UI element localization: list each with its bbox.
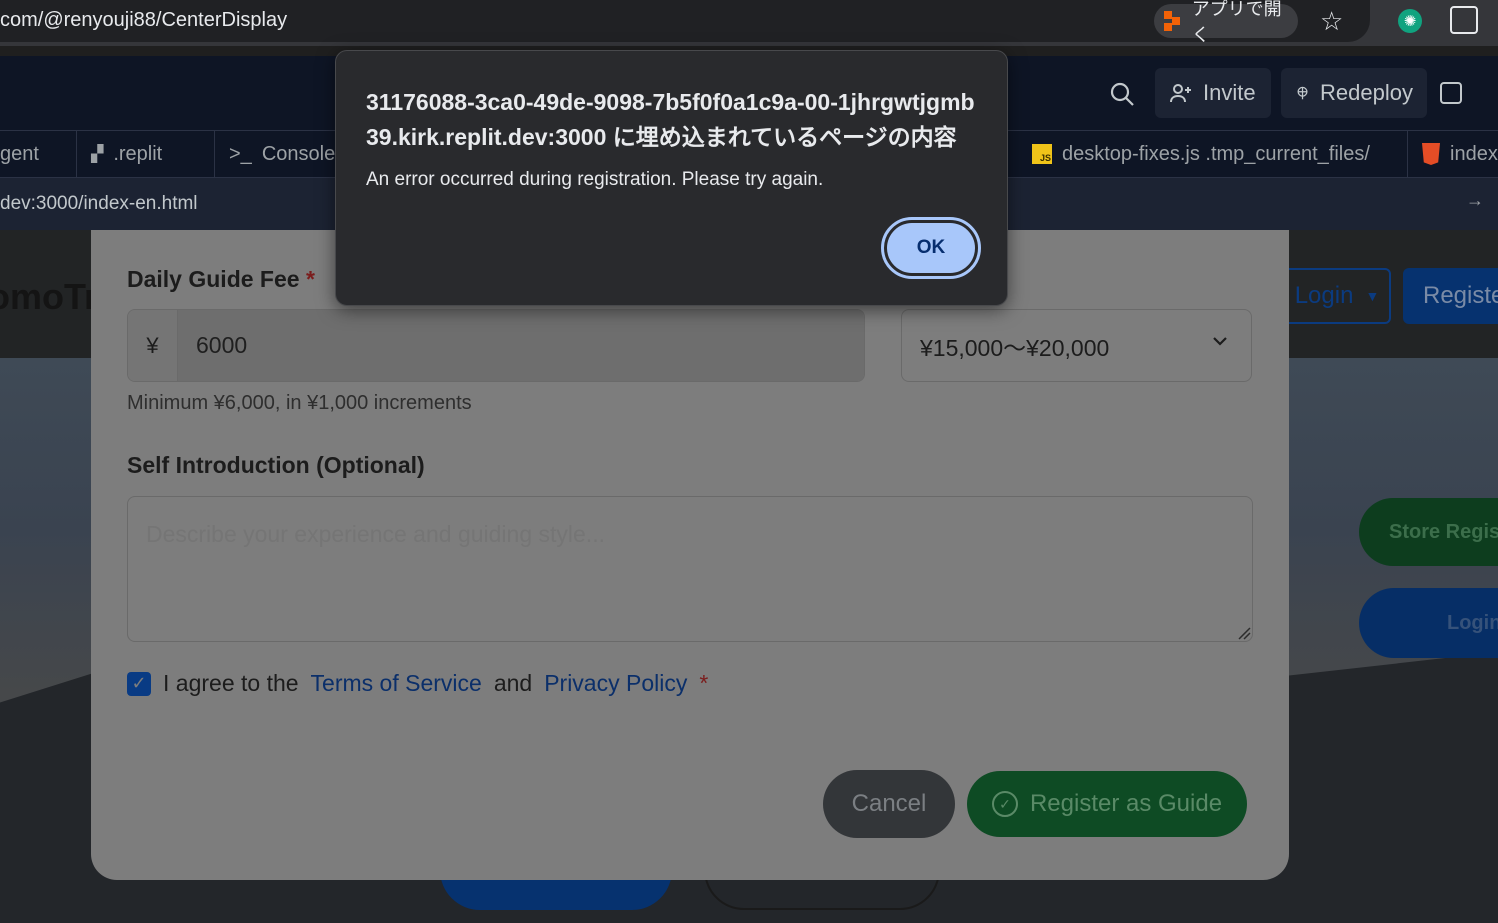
navbar-login-label: Login xyxy=(1294,282,1354,309)
privacy-link[interactable]: Privacy Policy xyxy=(544,670,687,697)
tab-index[interactable]: index. xyxy=(1408,131,1498,177)
check-circle-icon: ✓ xyxy=(991,791,1018,817)
tab-agent-label: gent xyxy=(0,142,39,165)
webview-url[interactable]: dev:3000/index-en.html xyxy=(0,193,198,215)
fee-input-group: ¥ xyxy=(127,309,865,382)
navbar-register-label: Registe xyxy=(1423,282,1498,309)
cancel-label: Cancel xyxy=(851,790,927,817)
chevron-down-icon xyxy=(1213,337,1227,346)
extensions-icon[interactable] xyxy=(1450,6,1478,34)
open-external-icon[interactable]: → xyxy=(1466,190,1484,211)
register-guide-label: Register as Guide xyxy=(1029,790,1223,817)
hero-login-label: Login xyxy=(1447,611,1498,634)
tab-desktop-fixes[interactable]: JS desktop-fixes.js .tmp_current_files/ xyxy=(1018,131,1408,177)
price-range-value: ¥15,000〜¥20,000 xyxy=(920,334,1110,361)
browser-alert-dialog: 31176088-3ca0-49de-9098-7b5f0f0a1c9a-00-… xyxy=(335,50,1008,306)
alert-message: An error occurred during registration. P… xyxy=(366,169,824,190)
alert-title: 31176088-3ca0-49de-9098-7b5f0f0a1c9a-00-… xyxy=(366,89,975,150)
store-register-button: Store Regis xyxy=(1359,498,1498,566)
navbar-login-button: Login ▼ xyxy=(1283,268,1391,324)
fee-input[interactable] xyxy=(178,310,864,381)
html-file-icon xyxy=(1422,143,1440,165)
fee-label-text: Daily Guide Fee xyxy=(127,266,300,292)
agree-and: and xyxy=(493,670,533,696)
browser-toolbar: com/@renyouji88/CenterDisplay アプリで開く ☆ ✺ xyxy=(0,0,1498,46)
open-in-app-button[interactable]: アプリで開く xyxy=(1154,0,1298,45)
address-bar-url[interactable]: com/@renyouji88/CenterDisplay xyxy=(0,9,287,32)
site-brand: omoTr xyxy=(0,276,99,317)
invite-label: Invite xyxy=(1203,80,1256,105)
redeploy-label: Redeploy xyxy=(1320,80,1413,105)
hero-login-button: Login xyxy=(1359,588,1498,658)
config-icon: ▞ xyxy=(91,146,104,163)
invite-button[interactable]: Invite xyxy=(1155,68,1271,118)
js-file-icon: JS xyxy=(1032,144,1052,164)
tab-desktop-fixes-label: desktop-fixes.js .tmp_current_files/ xyxy=(1062,142,1370,165)
search-icon[interactable] xyxy=(1108,80,1136,108)
add-user-icon xyxy=(1170,84,1191,103)
terms-link[interactable]: Terms of Service xyxy=(311,670,482,697)
intro-label: Self Introduction (Optional) xyxy=(127,452,425,478)
terms-checkbox[interactable]: ✓ xyxy=(127,671,151,696)
currency-addon: ¥ xyxy=(128,310,178,381)
intro-textarea[interactable] xyxy=(127,496,1253,642)
tab-replit-label: .replit xyxy=(113,142,163,165)
fee-label: Daily Guide Fee * xyxy=(127,266,315,293)
alert-ok-button[interactable]: OK xyxy=(881,217,981,279)
required-mark: * xyxy=(699,670,709,696)
alert-ok-label: OK xyxy=(887,223,975,273)
deploy-icon xyxy=(1297,86,1308,100)
chatgpt-extension-icon[interactable]: ✺ xyxy=(1398,9,1422,33)
tab-agent[interactable]: gent xyxy=(0,131,77,177)
redeploy-button[interactable]: Redeploy xyxy=(1281,68,1427,118)
navbar-register-button: Registe xyxy=(1403,268,1498,324)
tab-console[interactable]: >_ Console xyxy=(215,131,345,177)
terminal-icon: >_ xyxy=(229,142,252,165)
caret-down-icon: ▼ xyxy=(1365,288,1380,304)
required-mark: * xyxy=(305,266,315,292)
resize-handle-icon[interactable] xyxy=(1237,626,1251,640)
store-register-label: Store Regis xyxy=(1389,520,1498,543)
tab-replit[interactable]: ▞ .replit xyxy=(77,131,215,177)
tab-console-label: Console xyxy=(261,142,336,165)
terms-agreement: ✓ I agree to the Terms of Service and Pr… xyxy=(127,670,708,697)
guide-registration-modal: Daily Guide Fee * ¥ ¥15,000〜¥20,000 Mini… xyxy=(91,230,1289,880)
star-icon[interactable]: ☆ xyxy=(1320,6,1343,37)
open-in-app-label: アプリで開く xyxy=(1191,0,1282,45)
register-guide-button[interactable]: ✓ Register as Guide xyxy=(967,771,1247,837)
price-range-select[interactable]: ¥15,000〜¥20,000 xyxy=(901,309,1252,382)
replit-logo-icon xyxy=(1164,11,1184,31)
cancel-button[interactable]: Cancel xyxy=(823,770,955,838)
fee-help-text: Minimum ¥6,000, in ¥1,000 increments xyxy=(127,392,472,414)
tab-index-label: index. xyxy=(1450,142,1498,165)
agree-prefix: I agree to the xyxy=(163,670,299,696)
layout-icon[interactable] xyxy=(1440,82,1462,104)
